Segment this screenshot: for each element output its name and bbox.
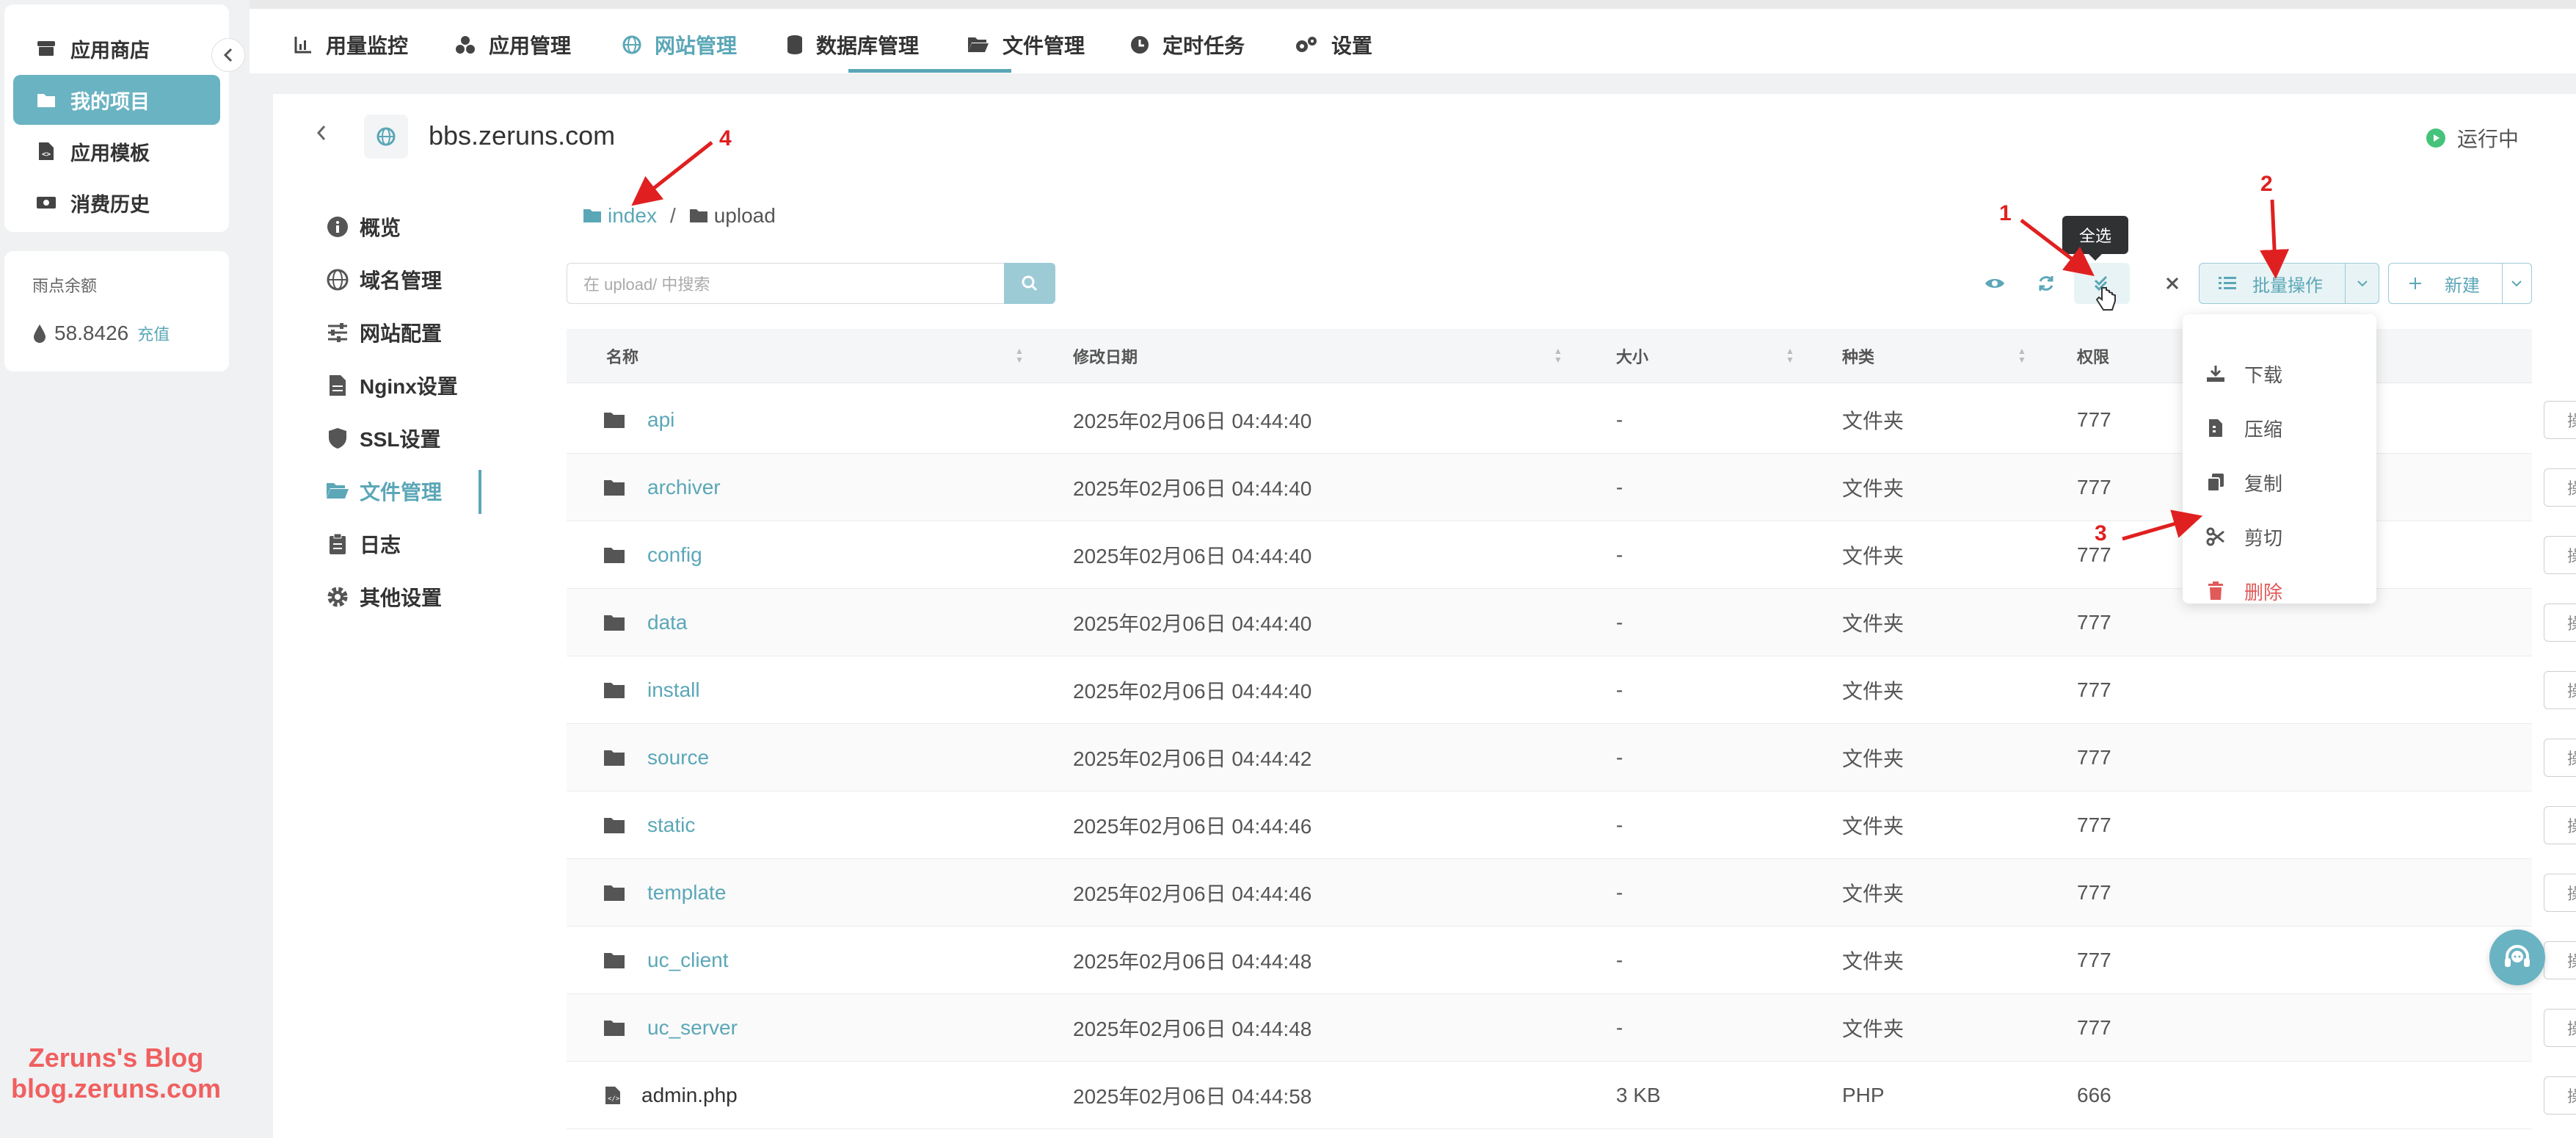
tab-label: 网站管理 [655,35,738,57]
clock-icon [1130,35,1149,54]
tab-label: 定时任务 [1163,35,1245,57]
balance-card: 雨点余额 58.8426 充值 [4,251,229,372]
database-icon [787,35,803,55]
collapse-sidebar-button[interactable] [211,38,245,72]
tab-label: 数据库管理 [816,35,920,57]
annotation-4: 4 [719,126,732,151]
sidebar-item-label: 应用商店 [70,39,150,62]
sidebar-item-app-templates[interactable]: <> 应用模板 [13,126,220,176]
sidebar-item-billing-history[interactable]: 消费历史 [13,178,220,228]
sidebar-item-my-projects[interactable]: 我的项目 [13,75,220,125]
active-tab-indicator [848,69,1011,73]
help-button[interactable] [2489,929,2545,985]
sidebar-nav: 应用商店 我的项目 <> 应用模板 消费历史 [4,4,229,232]
apps-icon [455,35,476,54]
tab-website-management[interactable]: 网站管理 [622,18,737,72]
chart-icon [294,35,313,54]
folder-open-icon [967,36,989,54]
file-code-icon: <> [35,140,57,162]
gears-icon [1295,35,1318,54]
tab-settings[interactable]: 设置 [1295,18,1372,72]
balance-label: 雨点余额 [32,277,98,295]
tab-database-management[interactable]: 数据库管理 [787,18,919,72]
tab-label: 设置 [1331,35,1373,57]
svg-text:<>: <> [42,151,51,159]
headset-icon [2505,945,2530,967]
balance-row: 58.8426 充值 [32,322,170,345]
tab-label: 用量监控 [326,35,409,57]
sidebar-item-label: 我的项目 [70,90,150,113]
tab-label: 应用管理 [489,35,572,57]
annotation-1: 1 [1999,201,2012,225]
tab-scheduled-tasks[interactable]: 定时任务 [1130,18,1245,72]
sidebar-item-label: 消费历史 [70,193,150,216]
store-icon [35,37,57,59]
globe-icon [622,35,641,54]
annotation-arrows [631,141,2290,541]
top-nav: 用量监控 应用管理 网站管理 数据库管理 文件管理 定时任务 设置 [250,0,2576,73]
sidebar-item-label: 应用模板 [70,142,150,164]
sidebar-item-app-store[interactable]: 应用商店 [13,23,220,73]
annotation-3: 3 [2095,521,2107,546]
watermark-line1: Zeruns's Blog [28,1043,204,1073]
money-icon [35,192,57,214]
tab-label: 文件管理 [1003,35,1085,57]
watermark-line2: blog.zeruns.com [10,1073,222,1103]
folder-icon [35,89,57,111]
tab-file-management[interactable]: 文件管理 [967,18,1085,72]
main-panel: bbs.zeruns.com 运行中 概览 域名管理 网站配置 Nginx设置 … [273,94,2576,1138]
chevron-left-icon [223,48,233,62]
balance-value: 58.8426 [54,322,129,344]
raindrop-icon [34,325,46,343]
watermark: Zeruns's Blog blog.zeruns.com [6,1043,226,1104]
annotation-2: 2 [2260,172,2273,196]
tab-app-management[interactable]: 应用管理 [455,18,571,72]
tab-usage-monitor[interactable]: 用量监控 [294,18,408,72]
recharge-link[interactable]: 充值 [137,322,170,345]
